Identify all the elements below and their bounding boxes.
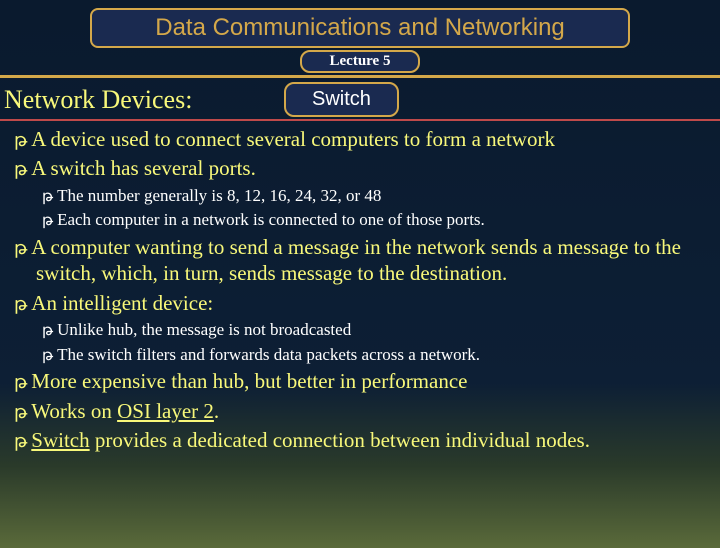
bullet-l2: թThe switch filters and forwards data pa… [8,344,712,366]
bullet-icon: թ [42,322,53,339]
bullet-icon: թ [14,431,27,451]
bullet-icon: թ [42,212,53,229]
bullet-text: The number generally is 8, 12, 16, 24, 3… [57,186,381,205]
bullet-text: provides a dedicated connection between … [90,428,590,452]
bullet-icon: թ [14,294,27,314]
bullet-l2: թUnlike hub, the message is not broadcas… [8,319,712,341]
bullet-text: A switch has several ports. [31,156,256,180]
topic-box: Switch [284,82,399,117]
bullet-l2: թThe number generally is 8, 12, 16, 24, … [8,185,712,207]
divider-gold [0,75,720,78]
bullet-icon: թ [14,130,27,150]
bullet-l1: թMore expensive than hub, but better in … [8,368,712,394]
slide-title: Data Communications and Networking [90,8,630,48]
bullet-l2: թEach computer in a network is connected… [8,209,712,231]
section-heading: Network Devices: [4,85,284,115]
link-switch[interactable]: Switch [31,428,89,452]
bullet-text: Each computer in a network is connected … [57,210,485,229]
bullet-text: The switch filters and forwards data pac… [57,345,480,364]
bullet-text: A device used to connect several compute… [31,127,555,151]
bullet-l1: թA switch has several ports. [8,155,712,181]
bullet-l1: թSwitch provides a dedicated connection … [8,427,712,453]
bullet-text: More expensive than hub, but better in p… [31,369,467,393]
bullet-l1: թAn intelligent device: [8,290,712,316]
bullet-l1: թA computer wanting to send a message in… [8,234,712,287]
content-area: թA device used to connect several comput… [0,121,720,453]
heading-row: Network Devices: Switch [0,82,720,117]
bullet-icon: թ [14,159,27,179]
bullet-text: An intelligent device: [31,291,213,315]
bullet-text: A computer wanting to send a message in … [31,235,681,285]
bullet-text: Unlike hub, the message is not broadcast… [57,320,351,339]
bullet-l1: թWorks on OSI layer 2. [8,398,712,424]
bullet-icon: թ [14,238,27,258]
bullet-text: Works on [31,399,117,423]
bullet-icon: թ [42,188,53,205]
bullet-icon: թ [14,402,27,422]
bullet-icon: թ [42,347,53,364]
bullet-icon: թ [14,372,27,392]
bullet-l1: թA device used to connect several comput… [8,126,712,152]
link-osi-layer-2[interactable]: OSI layer 2 [117,399,214,423]
lecture-label: Lecture 5 [300,50,420,73]
bullet-text: . [214,399,219,423]
